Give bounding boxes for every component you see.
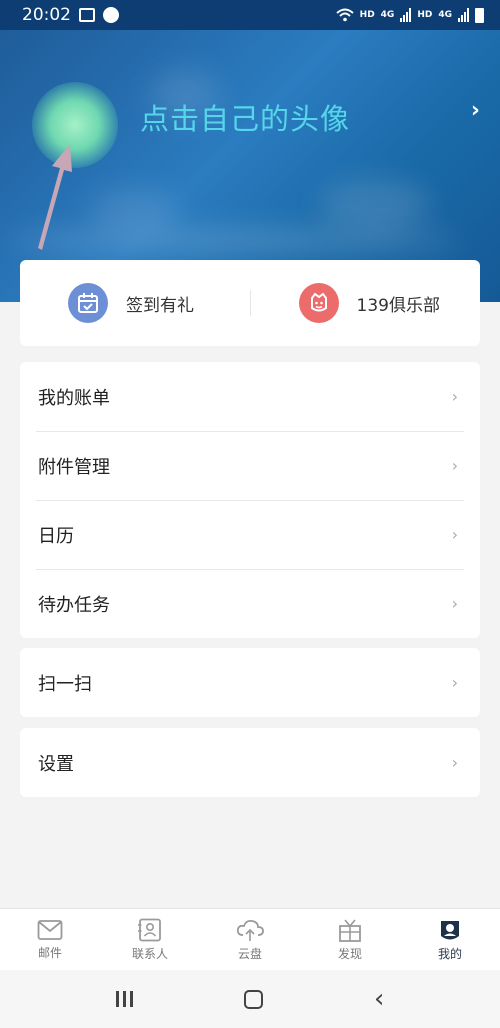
tab-mail[interactable]: 邮件 xyxy=(0,909,100,970)
tab-label: 我的 xyxy=(437,946,462,961)
menu-item-label: 日历 xyxy=(38,525,74,547)
blurred-region xyxy=(320,180,430,230)
menu-item-scan[interactable]: 扫一扫 › xyxy=(20,648,480,717)
sign-in-reward-label: 签到有礼 xyxy=(126,295,194,316)
menu-item-label: 扫一扫 xyxy=(38,673,92,695)
status-time: 20:02 xyxy=(22,5,71,25)
cloud-icon xyxy=(236,919,264,941)
home-icon[interactable] xyxy=(243,989,263,1009)
menu-item-label: 待办任务 xyxy=(38,594,110,616)
contacts-icon xyxy=(138,918,161,941)
menu-item-attachments[interactable]: 附件管理 › xyxy=(20,431,480,500)
menu-group-main: 我的账单 › 附件管理 › 日历 › 待办任务 › xyxy=(20,362,480,638)
network-label-2: 4G xyxy=(438,10,452,20)
club-139-label: 139俱乐部 xyxy=(356,295,440,316)
menu-item-bills[interactable]: 我的账单 › xyxy=(20,362,480,431)
menu-group-scan: 扫一扫 › xyxy=(20,648,480,717)
tab-label: 联系人 xyxy=(131,946,168,961)
annotation-arrow-icon xyxy=(38,144,72,250)
tab-label: 邮件 xyxy=(37,945,62,960)
app-notification-icon xyxy=(103,7,119,23)
tab-label: 云盘 xyxy=(237,946,262,961)
menu-item-label: 设置 xyxy=(38,753,74,775)
mail-icon xyxy=(37,919,63,940)
tab-label: 发现 xyxy=(337,946,362,961)
hd-label-2: HD xyxy=(417,10,433,20)
chevron-right-icon: › xyxy=(451,753,458,772)
battery-icon xyxy=(475,7,484,23)
chevron-right-icon: › xyxy=(451,456,458,475)
signal-icon-2 xyxy=(458,8,469,22)
bottom-tab-bar: 邮件 联系人 云盘 发现 我的 xyxy=(0,908,500,970)
quick-actions-card: 签到有礼 139俱乐部 xyxy=(20,260,480,346)
gallery-notification-icon xyxy=(79,8,95,22)
gift-icon xyxy=(339,918,361,942)
tab-mine[interactable]: 我的 xyxy=(400,909,500,970)
menu-group-settings: 设置 › xyxy=(20,728,480,797)
signal-icon xyxy=(400,8,412,22)
menu-item-todo[interactable]: 待办任务 › xyxy=(20,569,480,638)
tab-discover[interactable]: 发现 xyxy=(300,909,400,970)
club-icon xyxy=(298,283,339,323)
status-bar: 20:02 HD 4G HD 4G xyxy=(0,0,500,30)
menu-item-settings[interactable]: 设置 › xyxy=(20,728,480,797)
avatar-hint-text: 点击自己的头像 xyxy=(140,102,351,136)
calendar-check-icon xyxy=(68,283,108,323)
chevron-right-icon: › xyxy=(451,525,458,544)
system-nav-bar: ‹ xyxy=(0,970,500,1028)
menu-item-label: 附件管理 xyxy=(38,456,110,478)
chevron-right-icon: › xyxy=(451,387,458,406)
tab-cloud[interactable]: 云盘 xyxy=(200,909,300,970)
sign-in-reward-button[interactable]: 签到有礼 xyxy=(20,260,250,346)
club-139-button[interactable]: 139俱乐部 xyxy=(251,260,481,346)
chevron-right-icon: › xyxy=(451,673,458,692)
header-chevron-icon[interactable]: › xyxy=(471,98,480,123)
menu-item-label: 我的账单 xyxy=(38,387,110,409)
back-icon[interactable]: ‹ xyxy=(374,984,384,1014)
tab-contacts[interactable]: 联系人 xyxy=(100,909,200,970)
hd-label: HD xyxy=(359,10,375,20)
profile-icon xyxy=(441,920,459,939)
wifi-icon xyxy=(335,8,354,22)
menu-item-calendar[interactable]: 日历 › xyxy=(20,500,480,569)
blurred-region xyxy=(90,190,180,230)
recent-apps-icon[interactable] xyxy=(115,991,133,1007)
chevron-right-icon: › xyxy=(451,594,458,613)
network-label: 4G xyxy=(380,10,395,20)
